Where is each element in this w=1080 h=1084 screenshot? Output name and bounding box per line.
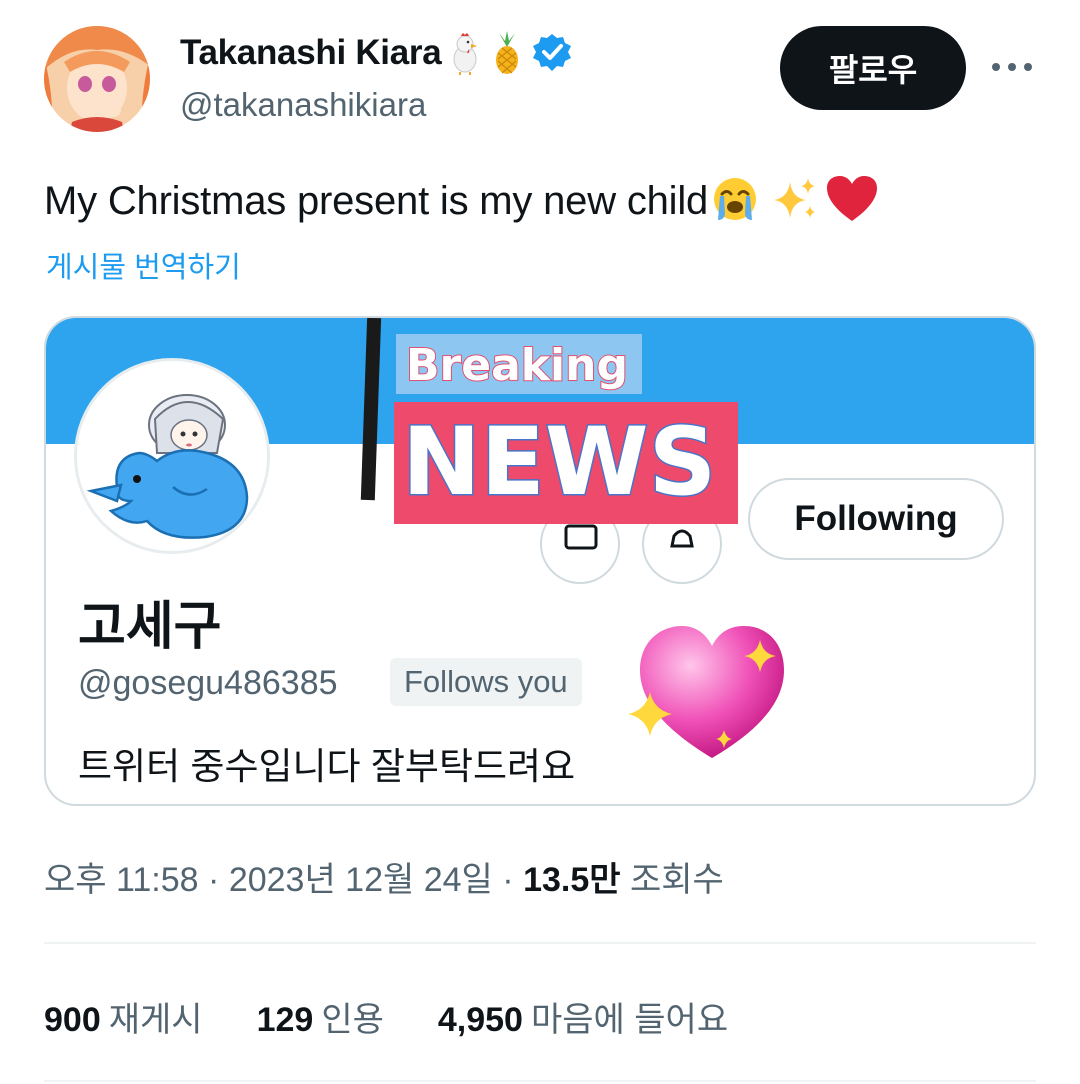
sparkling-heart-icon [628, 626, 784, 758]
meta-separator: · [208, 861, 220, 899]
reposts-label: 재게시 [108, 1001, 203, 1039]
breaking-news-overlay: Breaking NEWS [360, 318, 738, 524]
quotes-count: 129 [256, 1001, 314, 1039]
follows-you-badge: Follows you [390, 658, 582, 706]
author-display-name[interactable]: Takanashi Kiara [180, 33, 442, 73]
tweet-text: My Christmas present is my new child [44, 178, 709, 223]
news-label: NEWS [402, 408, 716, 517]
reposts-count: 900 [44, 1001, 101, 1039]
author-handle[interactable]: @takanashikiara [180, 86, 426, 124]
likes-stat[interactable]: 4,950 마음에 들어요 [438, 992, 728, 1041]
tweet-text-row: My Christmas present is my new child [44, 172, 880, 230]
more-options-icon[interactable] [992, 60, 1032, 74]
likes-label: 마음에 들어요 [530, 1001, 729, 1039]
divider [44, 1080, 1036, 1082]
pineapple-emoji-icon [489, 31, 525, 75]
tweet-media-image[interactable]: Following Breaking NEWS 고세구 @gosegu48638… [44, 316, 1036, 806]
chicken-emoji-icon [447, 31, 483, 75]
divider [44, 942, 1036, 944]
engagement-stats: 900 재게시 129 인용 4,950 마음에 들어요 [44, 992, 728, 1041]
crying-face-emoji-icon [710, 174, 760, 229]
profile-bio: 트위터 중수입니다 잘부탁드려요 [78, 746, 576, 787]
meta-separator: · [502, 861, 514, 899]
sparkles-emoji-icon [770, 174, 820, 229]
verified-badge-icon[interactable] [531, 31, 573, 75]
tweet-meta-row: 오후 11:58 · 2023년 12월 24일 · 13.5만 조회수 [44, 852, 724, 901]
quotes-label: 인용 [321, 1001, 384, 1039]
tweet-time[interactable]: 오후 11:58 [44, 861, 199, 899]
profile-handle: @gosegu486385 [78, 664, 338, 702]
tweet-date[interactable]: 2023년 12월 24일 [229, 861, 493, 899]
follow-button[interactable]: 팔로우 [780, 26, 966, 110]
reposts-stat[interactable]: 900 재게시 [44, 992, 203, 1041]
author-avatar[interactable] [44, 26, 150, 132]
quotes-stat[interactable]: 129 인용 [257, 992, 384, 1041]
views-count: 13.5만 [523, 861, 621, 899]
breaking-label: Breaking [406, 340, 628, 391]
likes-count: 4,950 [437, 1001, 523, 1039]
views-label: 조회수 [629, 861, 724, 899]
profile-avatar-bird-icon [74, 358, 270, 554]
translate-post-link[interactable]: 게시물 번역하기 [46, 244, 241, 286]
author-name-row: Takanashi Kiara [180, 30, 573, 76]
red-heart-emoji-icon [824, 174, 880, 229]
profile-name: 고세구 [78, 598, 222, 656]
